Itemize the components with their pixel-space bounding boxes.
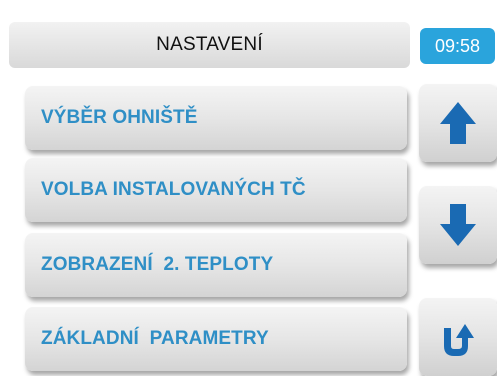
title-bar: NASTAVENÍ: [9, 22, 410, 68]
menu-button-label: VOLBA INSTALOVANÝCH TČ: [41, 179, 306, 200]
menu-button-label: ZÁKLADNÍ PARAMETRY: [41, 328, 269, 349]
scroll-down-button[interactable]: [419, 186, 497, 264]
menu-button-zobrazeni-2-teploty[interactable]: ZOBRAZENÍ 2. TEPLOTY: [25, 233, 407, 297]
menu-button-vyber-ohniste[interactable]: VÝBĚR OHNIŠTĚ: [25, 86, 407, 150]
back-button[interactable]: [419, 298, 497, 376]
scroll-up-button[interactable]: [419, 84, 497, 162]
arrow-down-icon: [440, 204, 476, 246]
menu-button-label: ZOBRAZENÍ 2. TEPLOTY: [41, 254, 274, 275]
menu-button-volba-instalovanych-tc[interactable]: VOLBA INSTALOVANÝCH TČ: [25, 158, 407, 222]
menu-button-zakladni-parametry[interactable]: ZÁKLADNÍ PARAMETRY: [25, 307, 407, 371]
menu-button-label: VÝBĚR OHNIŠTĚ: [41, 107, 198, 128]
arrow-up-icon: [440, 102, 476, 144]
return-arrow-icon: [444, 324, 474, 356]
page-title: NASTAVENÍ: [156, 34, 263, 55]
clock-badge: 09:58: [420, 28, 495, 64]
